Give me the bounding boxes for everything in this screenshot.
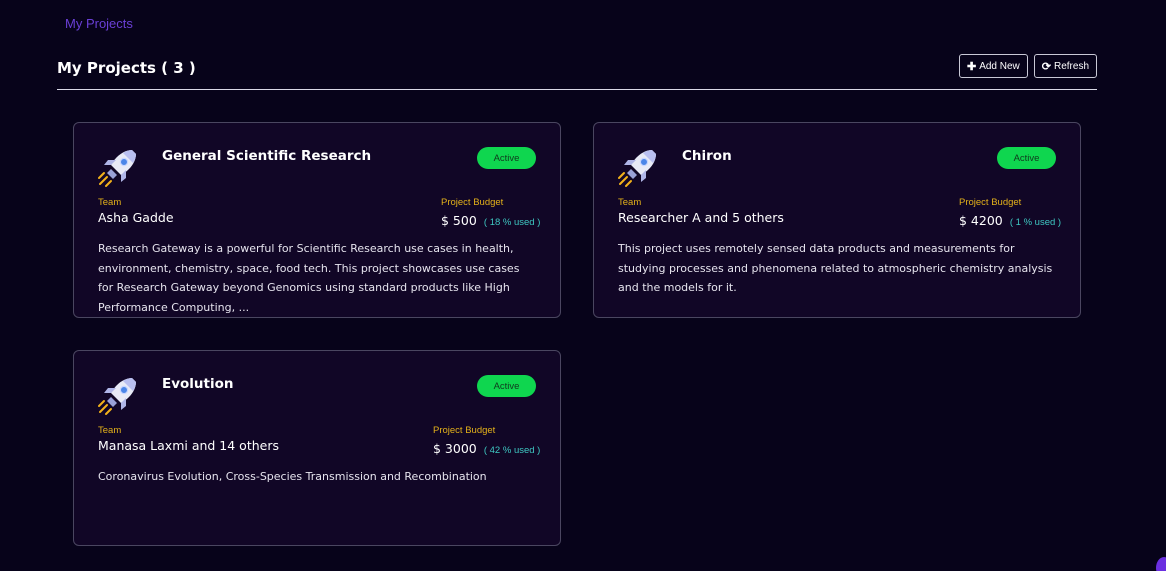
project-title[interactable]: Chiron [682, 148, 732, 164]
page: My Projects My Projects ( 3 ) ✚ Add New … [0, 0, 1166, 571]
budget-amount: $ 4200 [959, 213, 1003, 228]
add-new-button[interactable]: ✚ Add New [958, 54, 1028, 78]
budget-block: Project Budget $ 4200 ( 1 % used ) [959, 197, 1061, 229]
budget-block: Project Budget $ 500 ( 18 % used ) [441, 197, 540, 229]
rocket-icon [616, 146, 660, 190]
projects-header: My Projects ( 3 ) ✚ Add New ⟳ Refresh [57, 54, 1097, 90]
budget-block: Project Budget $ 3000 ( 42 % used ) [433, 425, 540, 457]
team-value: Researcher A and 5 others [618, 210, 784, 225]
toolbar: ✚ Add New ⟳ Refresh [958, 54, 1097, 78]
project-description: Research Gateway is a powerful for Scien… [98, 242, 520, 314]
project-card-chiron[interactable]: Chiron Active Team Researcher A and 5 ot… [593, 122, 1081, 318]
page-title: My Projects ( 3 ) [57, 59, 196, 77]
status-badge: Active [997, 147, 1056, 169]
project-description: This project uses remotely sensed data p… [618, 242, 1053, 294]
breadcrumb-my-projects[interactable]: My Projects [65, 16, 133, 31]
budget-label: Project Budget [959, 197, 1022, 208]
refresh-button[interactable]: ⟳ Refresh [1033, 54, 1097, 78]
team-value: Asha Gadde [98, 210, 174, 225]
rocket-icon [96, 146, 140, 190]
chat-launcher-button[interactable] [1156, 557, 1166, 571]
budget-label: Project Budget [433, 425, 496, 436]
team-label: Team [98, 425, 122, 436]
budget-amount: $ 500 [441, 213, 477, 228]
plus-icon: ✚ [966, 60, 977, 73]
budget-label: Project Budget [441, 197, 504, 208]
status-badge: Active [477, 375, 536, 397]
team-value: Manasa Laxmi and 14 others [98, 438, 279, 453]
project-title[interactable]: General Scientific Research [162, 148, 371, 164]
project-description: Coronavirus Evolution, Cross-Species Tra… [98, 470, 487, 483]
project-title[interactable]: Evolution [162, 376, 234, 392]
project-card-general-scientific-research[interactable]: General Scientific Research Active Team … [73, 122, 561, 318]
status-badge: Active [477, 147, 536, 169]
budget-amount: $ 3000 [433, 441, 477, 456]
team-label: Team [618, 197, 642, 208]
project-card-evolution[interactable]: Evolution Active Team Manasa Laxmi and 1… [73, 350, 561, 546]
add-new-label: Add New [979, 60, 1020, 72]
refresh-icon: ⟳ [1041, 60, 1051, 73]
budget-used: ( 18 % used ) [483, 217, 541, 228]
budget-used: ( 42 % used ) [483, 445, 541, 456]
rocket-icon [96, 374, 140, 418]
budget-used: ( 1 % used ) [1009, 217, 1062, 228]
refresh-label: Refresh [1053, 60, 1089, 72]
team-label: Team [98, 197, 122, 208]
